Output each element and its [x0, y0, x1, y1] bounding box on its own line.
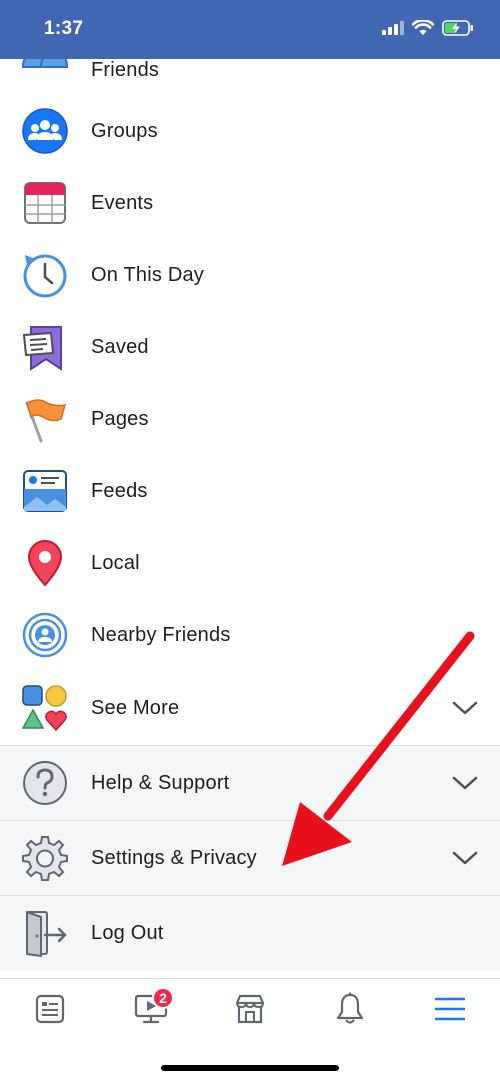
status-icons	[382, 20, 474, 36]
home-indicator[interactable]	[161, 1065, 339, 1071]
menu-item-friends[interactable]: Friends	[0, 59, 500, 95]
menu-item-events[interactable]: Events	[0, 167, 500, 239]
tab-notifications[interactable]	[325, 989, 375, 1029]
cellular-signal-icon	[382, 21, 404, 35]
bookmark-icon	[22, 326, 62, 371]
menu-item-label: Nearby Friends	[91, 623, 231, 646]
marketplace-icon	[235, 994, 265, 1024]
menu-item-label: Log Out	[91, 921, 164, 944]
shapes-icon	[21, 685, 67, 732]
menu-item-label: Settings & Privacy	[91, 846, 257, 869]
bell-icon	[336, 992, 364, 1024]
menu-item-help-support[interactable]: Help & Support	[0, 745, 500, 820]
gear-icon	[22, 836, 68, 881]
menu-item-label: See More	[91, 696, 180, 719]
menu-list: Friends Groups Events On This Day Saved …	[0, 59, 500, 970]
tab-menu[interactable]	[425, 989, 475, 1029]
menu-item-settings-privacy[interactable]: Settings & Privacy	[0, 820, 500, 895]
menu-item-feeds[interactable]: Feeds	[0, 455, 500, 527]
menu-item-label: Feeds	[91, 479, 148, 502]
menu-item-log-out[interactable]: Log Out	[0, 895, 500, 970]
chevron-down-icon[interactable]	[452, 850, 478, 866]
menu-item-on-this-day[interactable]: On This Day	[0, 239, 500, 311]
tab-news-feed[interactable]	[25, 989, 75, 1029]
nearby-icon	[22, 612, 68, 658]
tab-watch[interactable]: 2	[126, 987, 176, 1029]
status-time: 1:37	[44, 18, 84, 39]
battery-charging-icon	[442, 20, 473, 36]
friends-icon	[21, 59, 69, 68]
menu-item-label: Local	[91, 551, 140, 574]
map-pin-icon	[27, 540, 63, 587]
flag-icon	[25, 399, 67, 443]
status-bar: 1:37	[0, 0, 500, 59]
question-icon	[23, 761, 67, 805]
hamburger-icon	[435, 997, 465, 1021]
watch-badge: 2	[152, 987, 174, 1009]
menu-item-nearby-friends[interactable]: Nearby Friends	[0, 599, 500, 671]
menu-item-label: Pages	[91, 407, 149, 430]
menu-item-label: Saved	[91, 335, 149, 358]
menu-item-label: Groups	[91, 119, 158, 142]
menu-item-local[interactable]: Local	[0, 527, 500, 599]
menu-item-label: Events	[91, 191, 154, 214]
menu-item-label: Help & Support	[91, 771, 230, 794]
clock-history-icon	[23, 254, 67, 298]
menu-item-saved[interactable]: Saved	[0, 311, 500, 383]
groups-icon	[22, 108, 68, 154]
menu-item-label: Friends	[91, 59, 160, 81]
calendar-icon	[24, 182, 66, 224]
menu-item-pages[interactable]: Pages	[0, 383, 500, 455]
menu-item-label: On This Day	[91, 263, 204, 286]
chevron-down-icon[interactable]	[452, 775, 478, 791]
news-feed-icon	[35, 994, 65, 1024]
feeds-icon	[23, 470, 67, 512]
logout-door-icon	[26, 911, 67, 957]
menu-item-groups[interactable]: Groups	[0, 95, 500, 167]
wifi-icon	[412, 20, 434, 35]
chevron-down-icon[interactable]	[452, 700, 478, 716]
settings-section: Help & Support Settings & Privacy Log Ou…	[0, 745, 500, 970]
tab-marketplace[interactable]	[225, 989, 275, 1029]
menu-item-see-more[interactable]: See More	[0, 671, 500, 745]
